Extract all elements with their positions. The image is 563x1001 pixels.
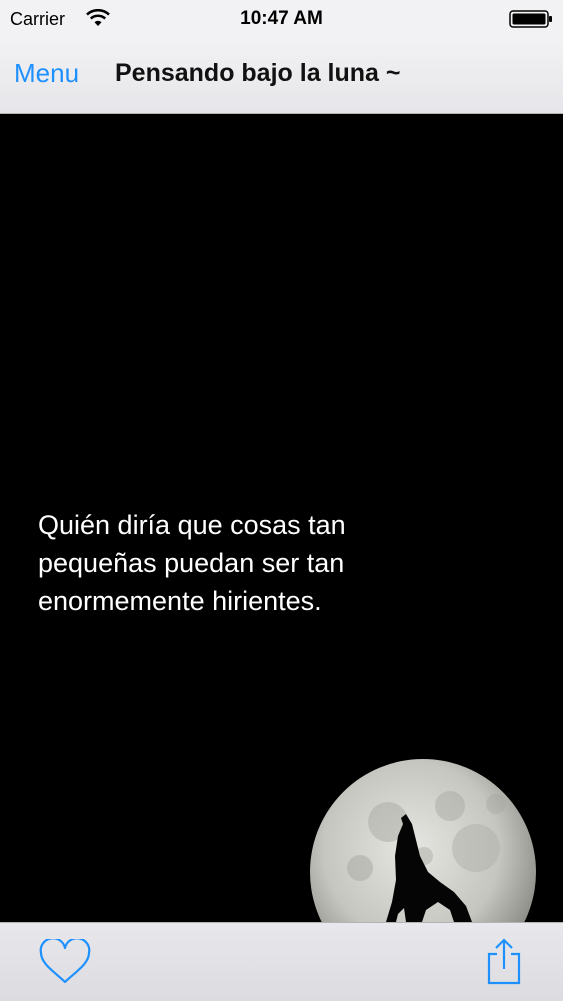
clock: 10:47 AM: [240, 8, 323, 29]
navigation-bar: Menu Pensando bajo la luna ~: [0, 38, 563, 114]
moon-wolf-image: [310, 759, 536, 922]
menu-button[interactable]: Menu: [14, 58, 79, 89]
bottom-toolbar: [0, 922, 563, 1001]
quote-card: Quién diría que cosas tan pequeñas pueda…: [0, 114, 563, 922]
quote-text: Quién diría que cosas tan pequeñas pueda…: [38, 510, 346, 616]
share-icon[interactable]: [486, 937, 522, 985]
battery-icon: [509, 10, 552, 28]
heart-icon[interactable]: [38, 939, 92, 985]
status-bar: Carrier 10:47 AM: [0, 0, 563, 38]
page-title: Pensando bajo la luna ~: [115, 59, 401, 87]
